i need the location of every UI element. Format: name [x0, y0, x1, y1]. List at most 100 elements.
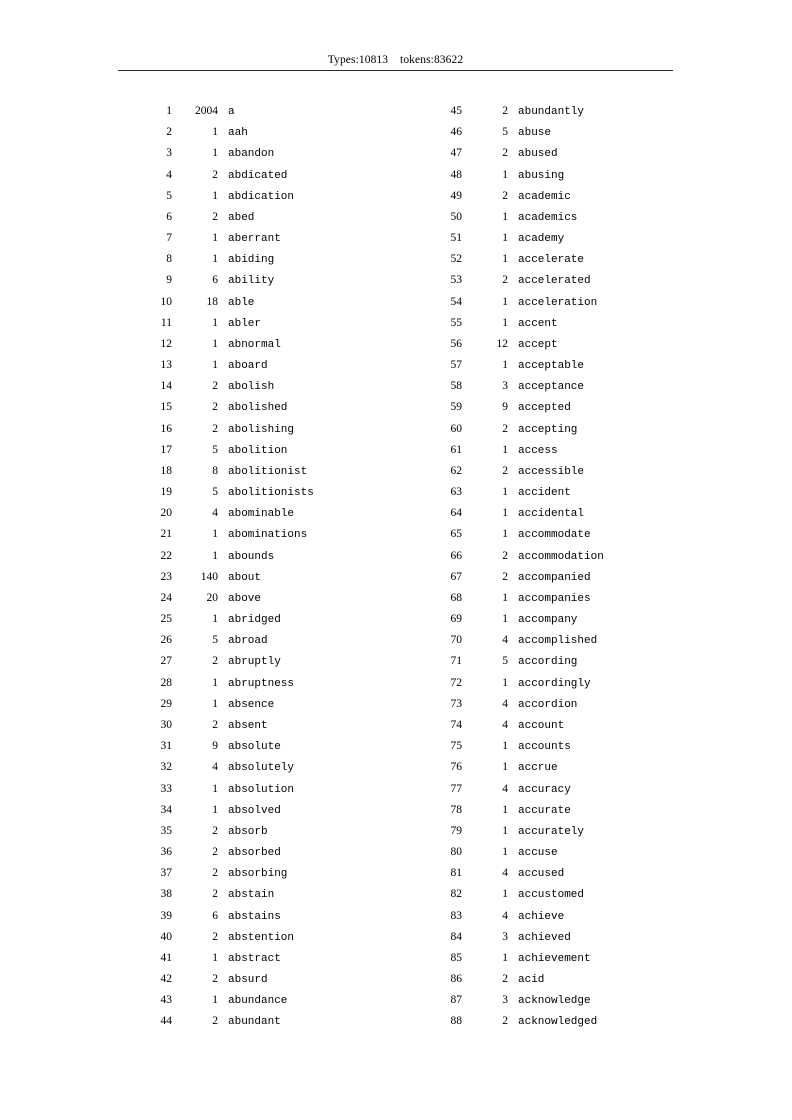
entry-rank: 40	[160, 930, 173, 943]
word-entry-row: 12 1 abnormal	[140, 332, 314, 353]
word-entry-row: 55 1 accent	[430, 311, 604, 332]
word-entry-row: 47 2 abused	[430, 141, 604, 162]
entry-rank: 8	[166, 253, 172, 266]
entry-frequency: 6	[212, 909, 218, 922]
entry-rank: 19	[160, 486, 173, 499]
word-entry-row: 65 1 accommodate	[430, 522, 604, 543]
entry-frequency: 1	[502, 803, 508, 816]
entry-rank: 18	[160, 464, 173, 477]
word-entry-row: 11 1 abler	[140, 311, 314, 332]
entry-rank: 34	[160, 803, 173, 816]
document-page: Types:10813 tokens:83622 1 2004 a 2 1 aah 3 1 ab…	[0, 0, 792, 1120]
word-entry-row: 53 2 accelerated	[430, 268, 604, 289]
word-list-column-left: 1 2004 a 2 1 aah 3 1 abandon 4 2 abdicated 5 1 abdicat…	[140, 99, 314, 1031]
entry-frequency: 3	[502, 930, 508, 943]
entry-frequency: 9	[212, 740, 218, 753]
entry-rank: 44	[160, 1015, 173, 1028]
word-entry-row: 59 9 accepted	[430, 395, 604, 416]
entry-frequency: 4	[502, 697, 508, 710]
word-entry-row: 61 1 access	[430, 438, 604, 459]
word-entry-row: 46 5 abuse	[430, 120, 604, 141]
entry-frequency: 1	[212, 951, 218, 964]
entry-rank: 30	[160, 718, 173, 731]
entry-rank: 81	[450, 867, 463, 880]
entry-rank: 31	[160, 740, 173, 753]
entry-rank: 70	[450, 634, 463, 647]
word-entry-row: 13 1 aboard	[140, 353, 314, 374]
word-entry-row: 78 1 accurate	[430, 798, 604, 819]
word-entry-row: 74 4 account	[430, 713, 604, 734]
entry-frequency: 1	[502, 443, 508, 456]
entry-rank: 77	[450, 782, 463, 795]
entry-frequency: 2	[502, 464, 508, 477]
entry-rank: 72	[450, 676, 463, 689]
entry-frequency: 2	[502, 1015, 508, 1028]
entry-rank: 84	[450, 930, 463, 943]
entry-frequency: 1	[502, 846, 508, 859]
entry-rank: 28	[160, 676, 173, 689]
entry-rank: 85	[450, 951, 463, 964]
entry-rank: 68	[450, 591, 463, 604]
entry-rank: 46	[450, 126, 463, 139]
word-entry-row: 23 140 about	[140, 565, 314, 586]
entry-frequency: 1	[502, 168, 508, 181]
word-entry-row: 25 1 abridged	[140, 607, 314, 628]
entry-frequency: 2	[212, 824, 218, 837]
entry-frequency: 2	[212, 168, 218, 181]
entry-rank: 86	[450, 973, 463, 986]
word-entry-row: 15 2 abolished	[140, 395, 314, 416]
entry-rank: 29	[160, 697, 173, 710]
entry-frequency: 140	[200, 570, 218, 583]
entry-rank: 78	[450, 803, 463, 816]
word-entry-row: 9 6 ability	[140, 268, 314, 289]
word-entry-row: 20 4 abominable	[140, 501, 314, 522]
word-entry-row: 86 2 acid	[430, 967, 604, 988]
entry-frequency: 2	[212, 655, 218, 668]
word-entry-row: 75 1 accounts	[430, 734, 604, 755]
word-entry-row: 37 2 absorbing	[140, 861, 314, 882]
entry-rank: 27	[160, 655, 173, 668]
entry-frequency: 4	[212, 761, 218, 774]
entry-frequency: 2	[502, 189, 508, 202]
word-entry-row: 68 1 accompanies	[430, 586, 604, 607]
word-entry-row: 67 2 accompanied	[430, 565, 604, 586]
entry-rank: 36	[160, 846, 173, 859]
word-entry-row: 52 1 accelerate	[430, 247, 604, 268]
entry-frequency: 1	[212, 189, 218, 202]
entry-rank: 76	[450, 761, 463, 774]
word-entry-row: 2 1 aah	[140, 120, 314, 141]
entry-frequency: 1	[212, 337, 218, 350]
entry-rank: 23	[160, 570, 173, 583]
entry-frequency: 1	[502, 316, 508, 329]
entry-rank: 67	[450, 570, 463, 583]
word-entry-row: 43 1 abundance	[140, 988, 314, 1009]
word-entry-row: 29 1 absence	[140, 692, 314, 713]
entry-frequency: 1	[212, 126, 218, 139]
word-entry-row: 79 1 accurately	[430, 819, 604, 840]
entry-rank: 25	[160, 613, 173, 626]
entry-rank: 79	[450, 824, 463, 837]
entry-frequency: 3	[502, 994, 508, 1007]
entry-rank: 21	[160, 528, 173, 541]
entry-rank: 49	[450, 189, 463, 202]
word-entry-row: 49 2 academic	[430, 184, 604, 205]
entry-frequency: 1	[502, 761, 508, 774]
word-entry-row: 22 1 abounds	[140, 544, 314, 565]
word-entry-row: 54 1 acceleration	[430, 290, 604, 311]
word-entry-row: 56 12 accept	[430, 332, 604, 353]
entry-frequency: 2	[502, 147, 508, 160]
word-entry-row: 45 2 abundantly	[430, 99, 604, 120]
word-entry-row: 51 1 academy	[430, 226, 604, 247]
word-entry-row: 26 5 abroad	[140, 628, 314, 649]
word-entry-row: 57 1 acceptable	[430, 353, 604, 374]
entry-rank: 3	[166, 147, 172, 160]
entry-frequency: 5	[502, 126, 508, 139]
word-entry-row: 30 2 absent	[140, 713, 314, 734]
word-entry-row: 16 2 abolishing	[140, 417, 314, 438]
entry-frequency: 6	[212, 274, 218, 287]
entry-rank: 50	[450, 210, 463, 223]
word-entry-row: 32 4 absolutely	[140, 755, 314, 776]
entry-rank: 4	[166, 168, 172, 181]
entry-rank: 61	[450, 443, 463, 456]
entry-rank: 75	[450, 740, 463, 753]
